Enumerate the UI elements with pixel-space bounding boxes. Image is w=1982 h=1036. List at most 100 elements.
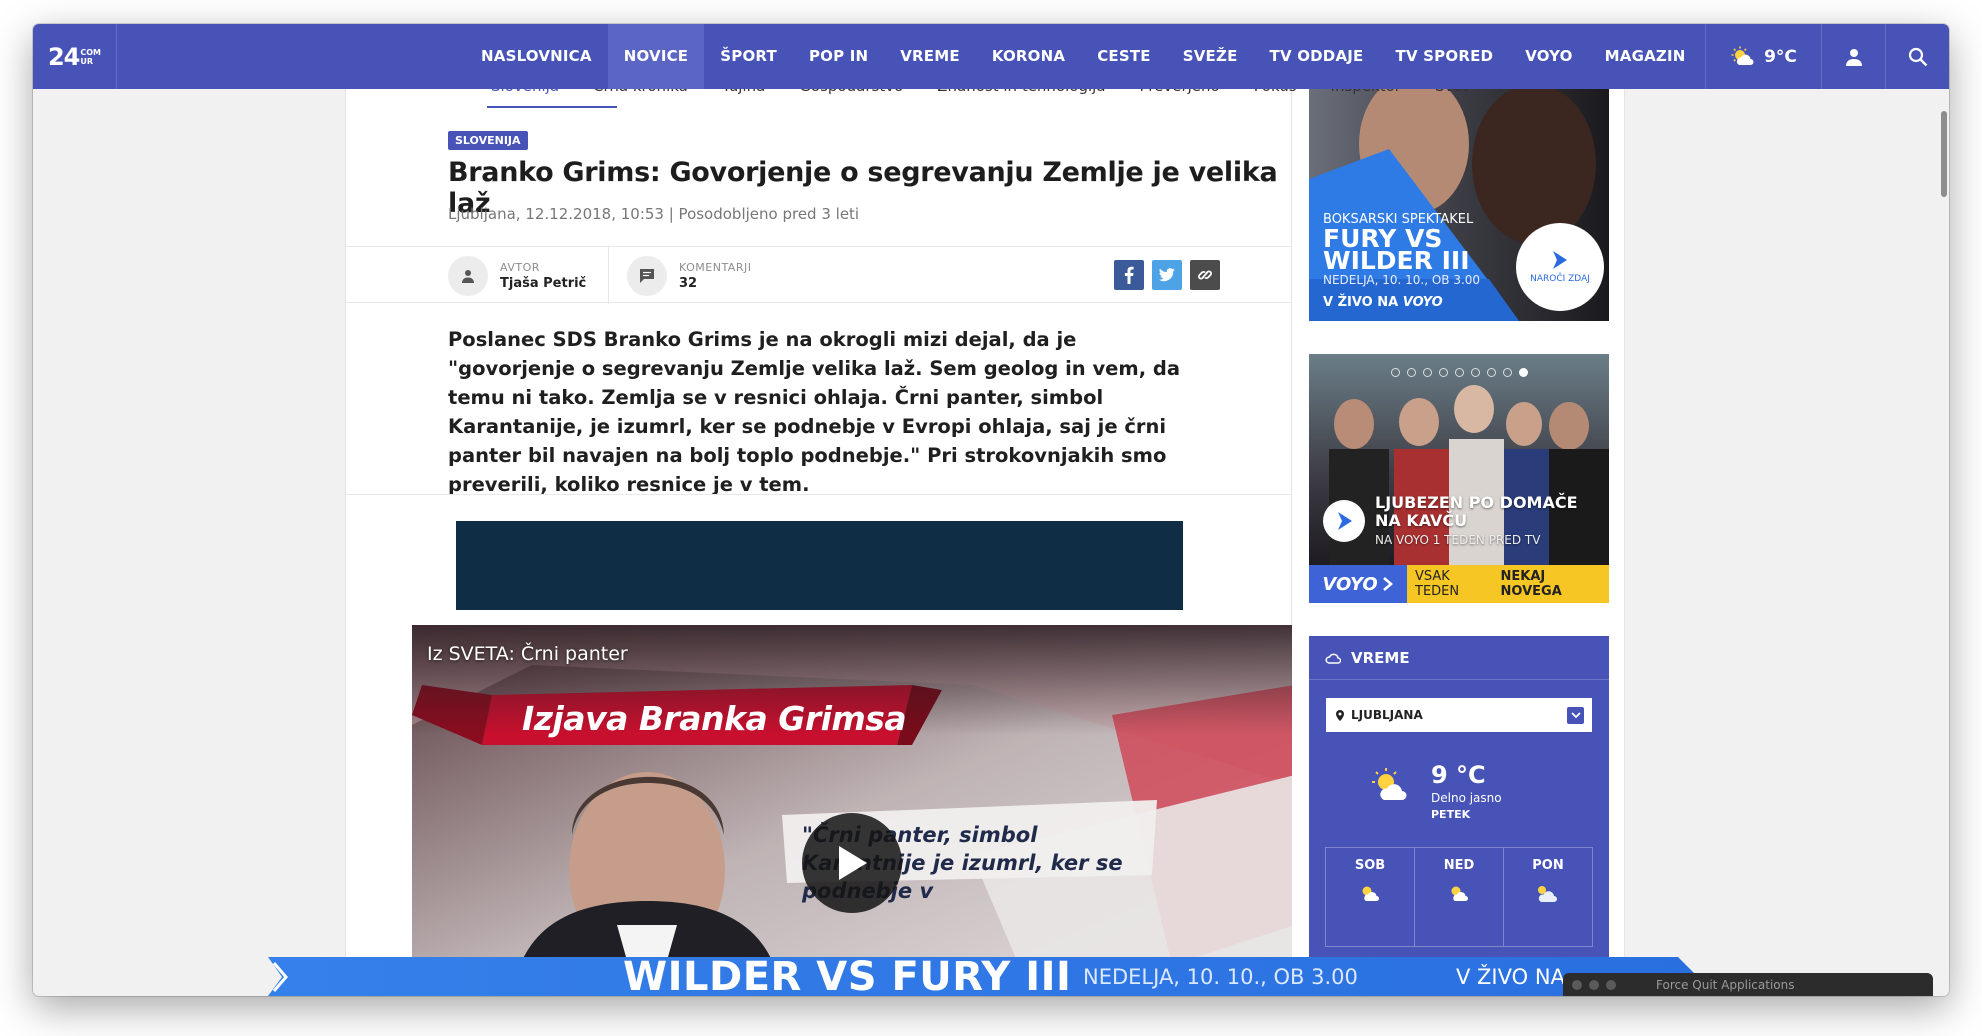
nav-weather[interactable]: 9°C <box>1705 24 1821 89</box>
author-name[interactable]: Tjaša Petrič <box>500 276 586 291</box>
chevron-down-icon[interactable] <box>1567 707 1584 724</box>
carousel-dot[interactable] <box>1455 368 1464 377</box>
location-pin-icon <box>1336 709 1344 721</box>
ad1-headline: FURY VS WILDER III <box>1323 224 1470 275</box>
nav-item-magazin[interactable]: MAGAZIN <box>1589 24 1702 89</box>
site-logo[interactable]: 24 COM UR <box>33 24 117 89</box>
search-icon <box>1908 47 1928 67</box>
sub-navigation: Slovenija Črna kronika Tujina Gospodarst… <box>343 86 1643 108</box>
video-player[interactable]: Iz SVETA: Črni panter Izjava Branka Grim… <box>412 625 1295 996</box>
window-zoom-button[interactable] <box>1606 979 1616 990</box>
carousel-dot-active[interactable] <box>1519 368 1528 377</box>
nav-item-tv-oddaje[interactable]: TV ODDAJE <box>1254 24 1380 89</box>
logo-superscript: COM UR <box>80 47 102 66</box>
bottom-banner-date: NEDELJA, 10. 10., OB 3.00 <box>1083 964 1358 989</box>
carousel-dot[interactable] <box>1439 368 1448 377</box>
carousel-dot[interactable] <box>1471 368 1480 377</box>
carousel-dot[interactable] <box>1407 368 1416 377</box>
subnav-active-indicator <box>487 106 617 108</box>
ad-banner[interactable] <box>456 521 1183 610</box>
carousel-dot[interactable] <box>1487 368 1496 377</box>
show-title: LJUBEZEN PO DOMAČE NA KAVČU <box>1375 493 1578 530</box>
twitter-icon <box>1159 268 1175 282</box>
nav-item-korona[interactable]: KORONA <box>976 24 1081 89</box>
comments-label: KOMENTARJI <box>679 260 752 274</box>
nav-temperature: 9°C <box>1764 46 1797 67</box>
weather-description: Delno jasno <box>1431 791 1502 805</box>
forecast-day: NED <box>1415 847 1504 947</box>
sun-cloud-icon <box>1369 767 1413 803</box>
forecast-day: SOB <box>1325 847 1415 947</box>
show-play-button[interactable] <box>1323 500 1365 542</box>
page-scrollbar[interactable] <box>1939 89 1949 996</box>
forecast-row: SOB NED PON <box>1325 847 1593 947</box>
person-icon <box>461 269 475 283</box>
window-minimize-button[interactable] <box>1589 979 1599 990</box>
cloud-sun-icon <box>1533 883 1563 903</box>
author-avatar <box>448 255 488 296</box>
link-icon <box>1197 267 1213 283</box>
search-button[interactable] <box>1885 24 1949 89</box>
category-badge[interactable]: SLOVENIJA <box>448 131 528 150</box>
chevron-right-icon <box>1382 576 1394 592</box>
article-meta: Ljubljana, 12.12.2018, 10:53 | Posodoblj… <box>448 205 860 223</box>
browser-window: 24 COM UR NASLOVNICA NOVICE ŠPORT POP IN … <box>33 24 1949 996</box>
copy-link-button[interactable] <box>1190 260 1220 290</box>
right-sidebar: BOKSARSKI SPEKTAKEL FURY VS WILDER III NE… <box>1292 89 1625 996</box>
nav-item-vreme[interactable]: VREME <box>884 24 976 89</box>
bottom-banner-headline: WILDER VS FURY III <box>623 953 1072 997</box>
divider <box>346 494 1293 495</box>
boxing-ad[interactable]: BOKSARSKI SPEKTAKEL FURY VS WILDER III NE… <box>1309 89 1609 321</box>
carousel-dots <box>1391 368 1528 377</box>
bottom-ad-banner[interactable]: WILDER VS FURY III NEDELJA, 10. 10., OB … <box>268 953 1698 997</box>
nav-item-pop-in[interactable]: POP IN <box>793 24 884 89</box>
scrollbar-thumb[interactable] <box>1941 111 1947 197</box>
voyo-show-ad[interactable]: LJUBEZEN PO DOMAČE NA KAVČU NA VOYO 1 TE… <box>1309 354 1609 603</box>
nav-item-sport[interactable]: ŠPORT <box>704 24 793 89</box>
author-block[interactable]: AVTOR Tjaša Petrič <box>448 247 586 304</box>
article-column: SLOVENIJA Branko Grims: Govorjenje o seg… <box>345 89 1295 996</box>
order-now-button[interactable]: NAROČI ZDAJ <box>1516 223 1604 311</box>
cloud-icon <box>1325 652 1341 664</box>
weather-header: VREME <box>1309 636 1609 680</box>
nav-item-naslovnica[interactable]: NASLOVNICA <box>465 24 608 89</box>
forecast-day: PON <box>1504 847 1593 947</box>
sun-cloud-icon <box>1730 46 1756 68</box>
facebook-icon <box>1124 266 1134 284</box>
ad1-date: NEDELJA, 10. 10., OB 3.00 <box>1323 273 1481 287</box>
facebook-share-button[interactable] <box>1114 260 1144 290</box>
author-label: AVTOR <box>500 260 540 274</box>
location-select[interactable]: LJUBLJANA <box>1326 698 1592 732</box>
nav-item-novice[interactable]: NOVICE <box>607 24 705 89</box>
play-icon <box>1335 511 1353 531</box>
nav-item-ceste[interactable]: CESTE <box>1081 24 1167 89</box>
author-bar: AVTOR Tjaša Petrič KOMENTARJI 32 <box>346 246 1293 304</box>
nav-item-sveze[interactable]: SVEŽE <box>1167 24 1254 89</box>
account-button[interactable] <box>1821 24 1885 89</box>
comment-icon <box>639 268 655 284</box>
article-lead: Poslanec SDS Branko Grims je na okrogli … <box>448 328 1181 496</box>
twitter-share-button[interactable] <box>1152 260 1182 290</box>
ad1-live: V ŽIVO NA VOYO <box>1323 295 1443 310</box>
comments-block[interactable]: KOMENTARJI 32 <box>627 247 751 304</box>
current-weather: 9 °C Delno jasno PETEK <box>1372 761 1502 821</box>
force-quit-title: Force Quit Applications <box>1656 977 1795 992</box>
weather-widget: VREME LJUBLJANA 9 °C Delno jasno PETEK S… <box>1309 636 1609 996</box>
window-close-button[interactable] <box>1572 979 1582 990</box>
nav-item-tv-spored[interactable]: TV SPORED <box>1380 24 1510 89</box>
weather-day: PETEK <box>1431 808 1471 821</box>
carousel-dot[interactable] <box>1503 368 1512 377</box>
nav-item-voyo[interactable]: VOYO <box>1509 24 1588 89</box>
force-quit-titlebar[interactable]: Force Quit Applications <box>1563 973 1933 996</box>
play-button[interactable] <box>802 813 902 913</box>
show-subtitle: NA VOYO 1 TEDEN PRED TV <box>1375 533 1541 547</box>
sun-cloud-icon <box>1446 883 1472 903</box>
play-icon <box>835 844 869 882</box>
bottom-banner-live: V ŽIVO NA <box>1456 964 1565 989</box>
order-now-label: NAROČI ZDAJ <box>1530 274 1590 284</box>
carousel-dot[interactable] <box>1391 368 1400 377</box>
logo-text: 24 <box>47 42 80 71</box>
video-title: Iz SVETA: Črni panter <box>427 643 628 665</box>
user-icon <box>1845 48 1863 66</box>
carousel-dot[interactable] <box>1423 368 1432 377</box>
